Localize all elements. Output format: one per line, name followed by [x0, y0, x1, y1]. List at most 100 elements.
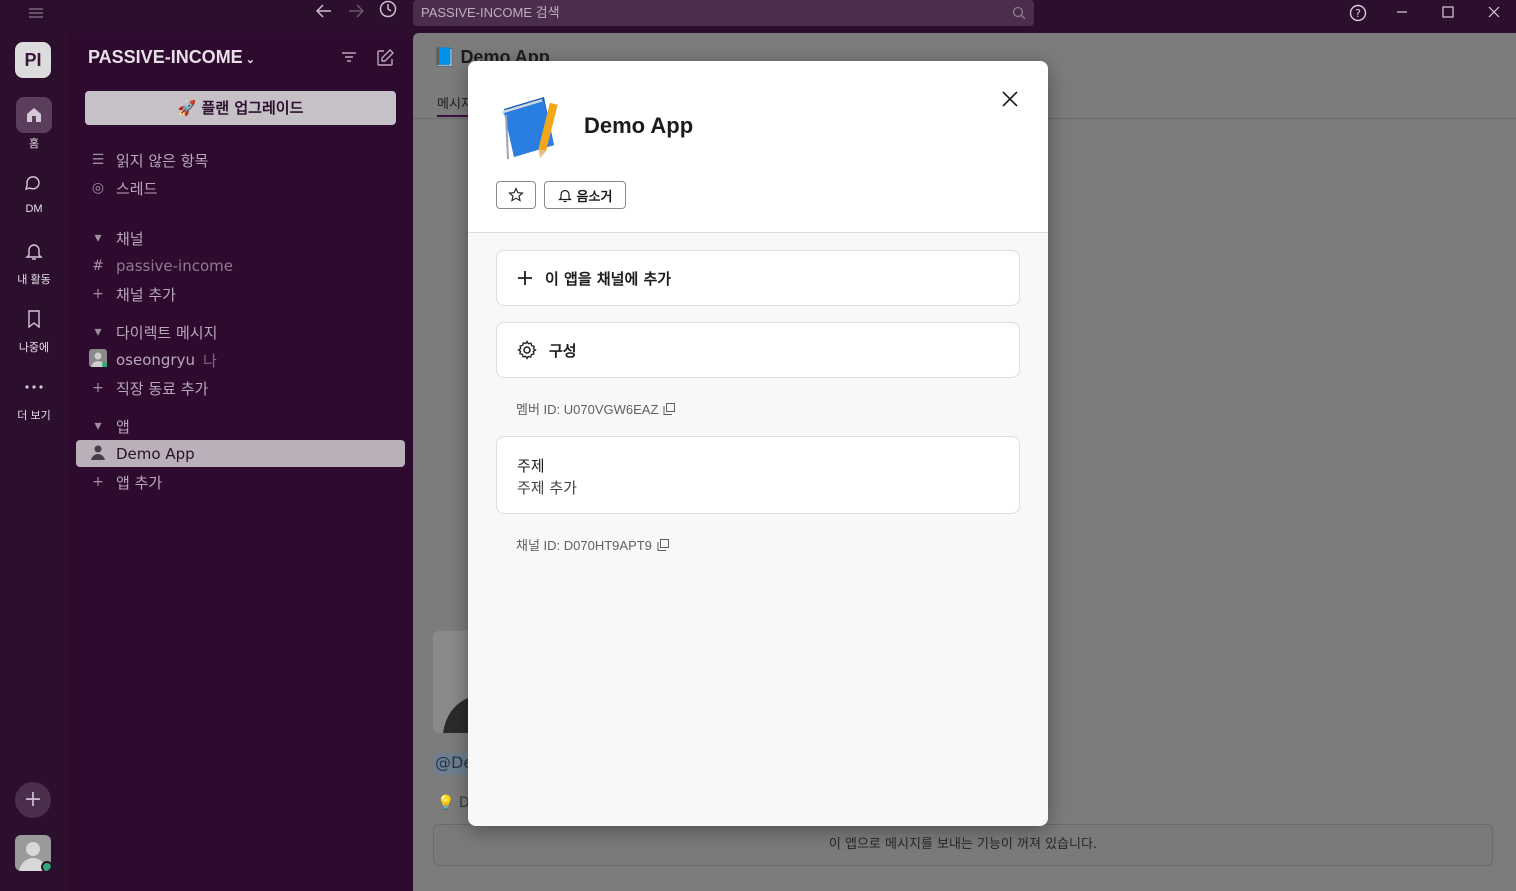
user-avatar[interactable]	[15, 835, 51, 871]
workspace-name-text: PASSIVE-INCOME	[88, 47, 243, 67]
channels-section-header[interactable]: ▾ 채널	[88, 226, 144, 250]
member-id-text: 멤버 ID: U070VGW6EAZ	[516, 402, 659, 417]
hash-icon: #	[92, 258, 104, 274]
add-app-label: 앱 추가	[116, 473, 163, 492]
more-icon	[16, 369, 52, 405]
dm-section-header[interactable]: ▾ 다이렉트 메시지	[88, 320, 217, 344]
channels-header-label: 채널	[116, 229, 144, 248]
upgrade-label: 플랜 업그레이드	[201, 99, 304, 117]
add-app-button[interactable]: + 앱 추가	[88, 470, 162, 494]
plus-icon: +	[92, 286, 104, 302]
sidebar-label-threads: 스레드	[116, 179, 158, 198]
plus-icon: +	[92, 380, 104, 396]
search-placeholder: PASSIVE-INCOME 검색	[421, 5, 560, 20]
history-icon[interactable]	[376, 0, 400, 26]
apps-section-header[interactable]: ▾ 앱	[88, 414, 130, 438]
add-to-channel-label: 이 앱을 채널에 추가	[545, 269, 672, 288]
add-coworker-button[interactable]: + 직장 동료 추가	[88, 376, 208, 400]
dm-header-label: 다이렉트 메시지	[116, 323, 218, 342]
topic-value: 주제 추가	[517, 479, 577, 497]
rail-label-activity: 내 활동	[17, 274, 51, 286]
workspace-switcher[interactable]: PI	[15, 42, 51, 78]
rail-label-later: 나중에	[18, 342, 50, 354]
rail-item-dm[interactable]: DM	[0, 165, 68, 215]
person-icon	[88, 444, 108, 464]
sidebar-item-threads[interactable]: ◎ 스레드	[88, 176, 158, 200]
online-status-indicator	[41, 861, 51, 871]
add-channel-button[interactable]: + 채널 추가	[88, 282, 176, 306]
close-icon	[1002, 91, 1018, 107]
gear-icon	[517, 340, 537, 360]
rail-item-home[interactable]: 홈	[0, 97, 68, 151]
title-bar: PASSIVE-INCOME 검색 ?	[0, 0, 1516, 33]
add-workspace-button[interactable]: +	[15, 782, 51, 818]
message-composer-disabled: 이 앱으로 메시지를 보내는 기능이 꺼져 있습니다.	[433, 824, 1493, 866]
upgrade-plan-button[interactable]: 🚀 플랜 업그레이드	[85, 91, 396, 125]
channel-name: passive-income	[116, 257, 233, 275]
chevron-down-icon: ⌄	[245, 54, 255, 66]
home-icon	[16, 97, 52, 133]
configure-button[interactable]: 구성	[496, 322, 1020, 378]
help-icon[interactable]: ?	[1343, 0, 1373, 26]
add-coworker-label: 직장 동료 추가	[116, 379, 209, 398]
rail-item-later[interactable]: 나중에	[0, 301, 68, 355]
caret-down-icon: ▾	[94, 230, 102, 246]
user-avatar-small	[88, 349, 108, 371]
menu-icon[interactable]	[24, 0, 48, 26]
plus-icon	[518, 271, 532, 285]
back-arrow-icon[interactable]	[312, 0, 336, 26]
topic-card[interactable]: 주제 주제 추가	[496, 436, 1020, 514]
rail-label-dm: DM	[25, 203, 43, 215]
apps-header-label: 앱	[116, 417, 130, 436]
rail-item-more[interactable]: 더 보기	[0, 369, 68, 423]
compose-icon[interactable]	[376, 49, 396, 69]
dm-user-name: oseongryu	[116, 351, 195, 369]
channel-id-text: 채널 ID: D070HT9APT9	[516, 538, 652, 553]
configure-label: 구성	[549, 341, 577, 360]
rail-label-home: 홈	[28, 138, 40, 150]
add-channel-label: 채널 추가	[116, 285, 176, 304]
modal-header: Demo App 음소거	[468, 61, 1048, 233]
rocket-icon: 🚀	[177, 99, 197, 117]
maximize-icon[interactable]	[1433, 0, 1463, 26]
caret-down-icon: ▾	[94, 418, 102, 434]
star-icon	[508, 187, 524, 202]
copy-icon[interactable]	[663, 402, 676, 415]
mute-button[interactable]: 음소거	[544, 181, 626, 209]
lightbulb-icon: 💡	[437, 795, 455, 811]
sidebar-label-unread: 읽지 않은 항목	[116, 151, 209, 170]
copy-icon[interactable]	[657, 538, 669, 551]
minimize-icon[interactable]	[1387, 0, 1417, 26]
search-icon	[1012, 6, 1026, 20]
caret-down-icon: ▾	[94, 324, 102, 340]
close-icon[interactable]	[1479, 0, 1509, 26]
search-input[interactable]: PASSIVE-INCOME 검색	[413, 0, 1034, 26]
modal-app-name: Demo App	[584, 113, 694, 138]
channel-id-line: 채널 ID: D070HT9APT9	[516, 535, 669, 554]
app-mention[interactable]: @De	[433, 753, 473, 775]
star-button[interactable]	[496, 181, 536, 209]
app-item-label: Demo App	[116, 444, 195, 463]
workspace-name[interactable]: PASSIVE-INCOME ⌄	[88, 47, 255, 68]
dm-you-label: 나	[202, 351, 217, 370]
forward-arrow-icon[interactable]	[344, 0, 368, 26]
plus-icon: +	[92, 474, 104, 490]
svg-text:?: ?	[1355, 7, 1361, 20]
app-small-icon: 📘	[433, 47, 456, 67]
app-details-modal: Demo App 음소거 이 앱을 채널에 추가 구성 멤버 ID: U070V…	[468, 61, 1048, 826]
sidebar-item-unread[interactable]: ☰ 읽지 않은 항목	[88, 148, 209, 172]
sidebar-item-channel[interactable]: # passive-income	[88, 254, 233, 278]
filter-icon[interactable]	[341, 49, 361, 69]
workspace-rail: PI 홈 DM 내 활동 나중에 더 보기 +	[0, 33, 68, 891]
channel-sidebar: PASSIVE-INCOME ⌄ 🚀 플랜 업그레이드 ☰ 읽지 않은 항목 ◎ …	[68, 33, 413, 891]
sidebar-item-demo-app[interactable]: Demo App	[76, 440, 405, 467]
add-app-to-channel-button[interactable]: 이 앱을 채널에 추가	[496, 250, 1020, 306]
rail-item-activity[interactable]: 내 활동	[0, 233, 68, 287]
threads-icon: ◎	[91, 180, 105, 196]
bell-icon	[16, 233, 52, 269]
bookmark-icon	[16, 301, 52, 337]
rail-label-more: 더 보기	[17, 410, 51, 422]
modal-close-button[interactable]	[994, 83, 1026, 115]
sidebar-item-dm-user[interactable]: oseongryu 나	[88, 348, 217, 372]
app-book-icon	[498, 93, 564, 160]
